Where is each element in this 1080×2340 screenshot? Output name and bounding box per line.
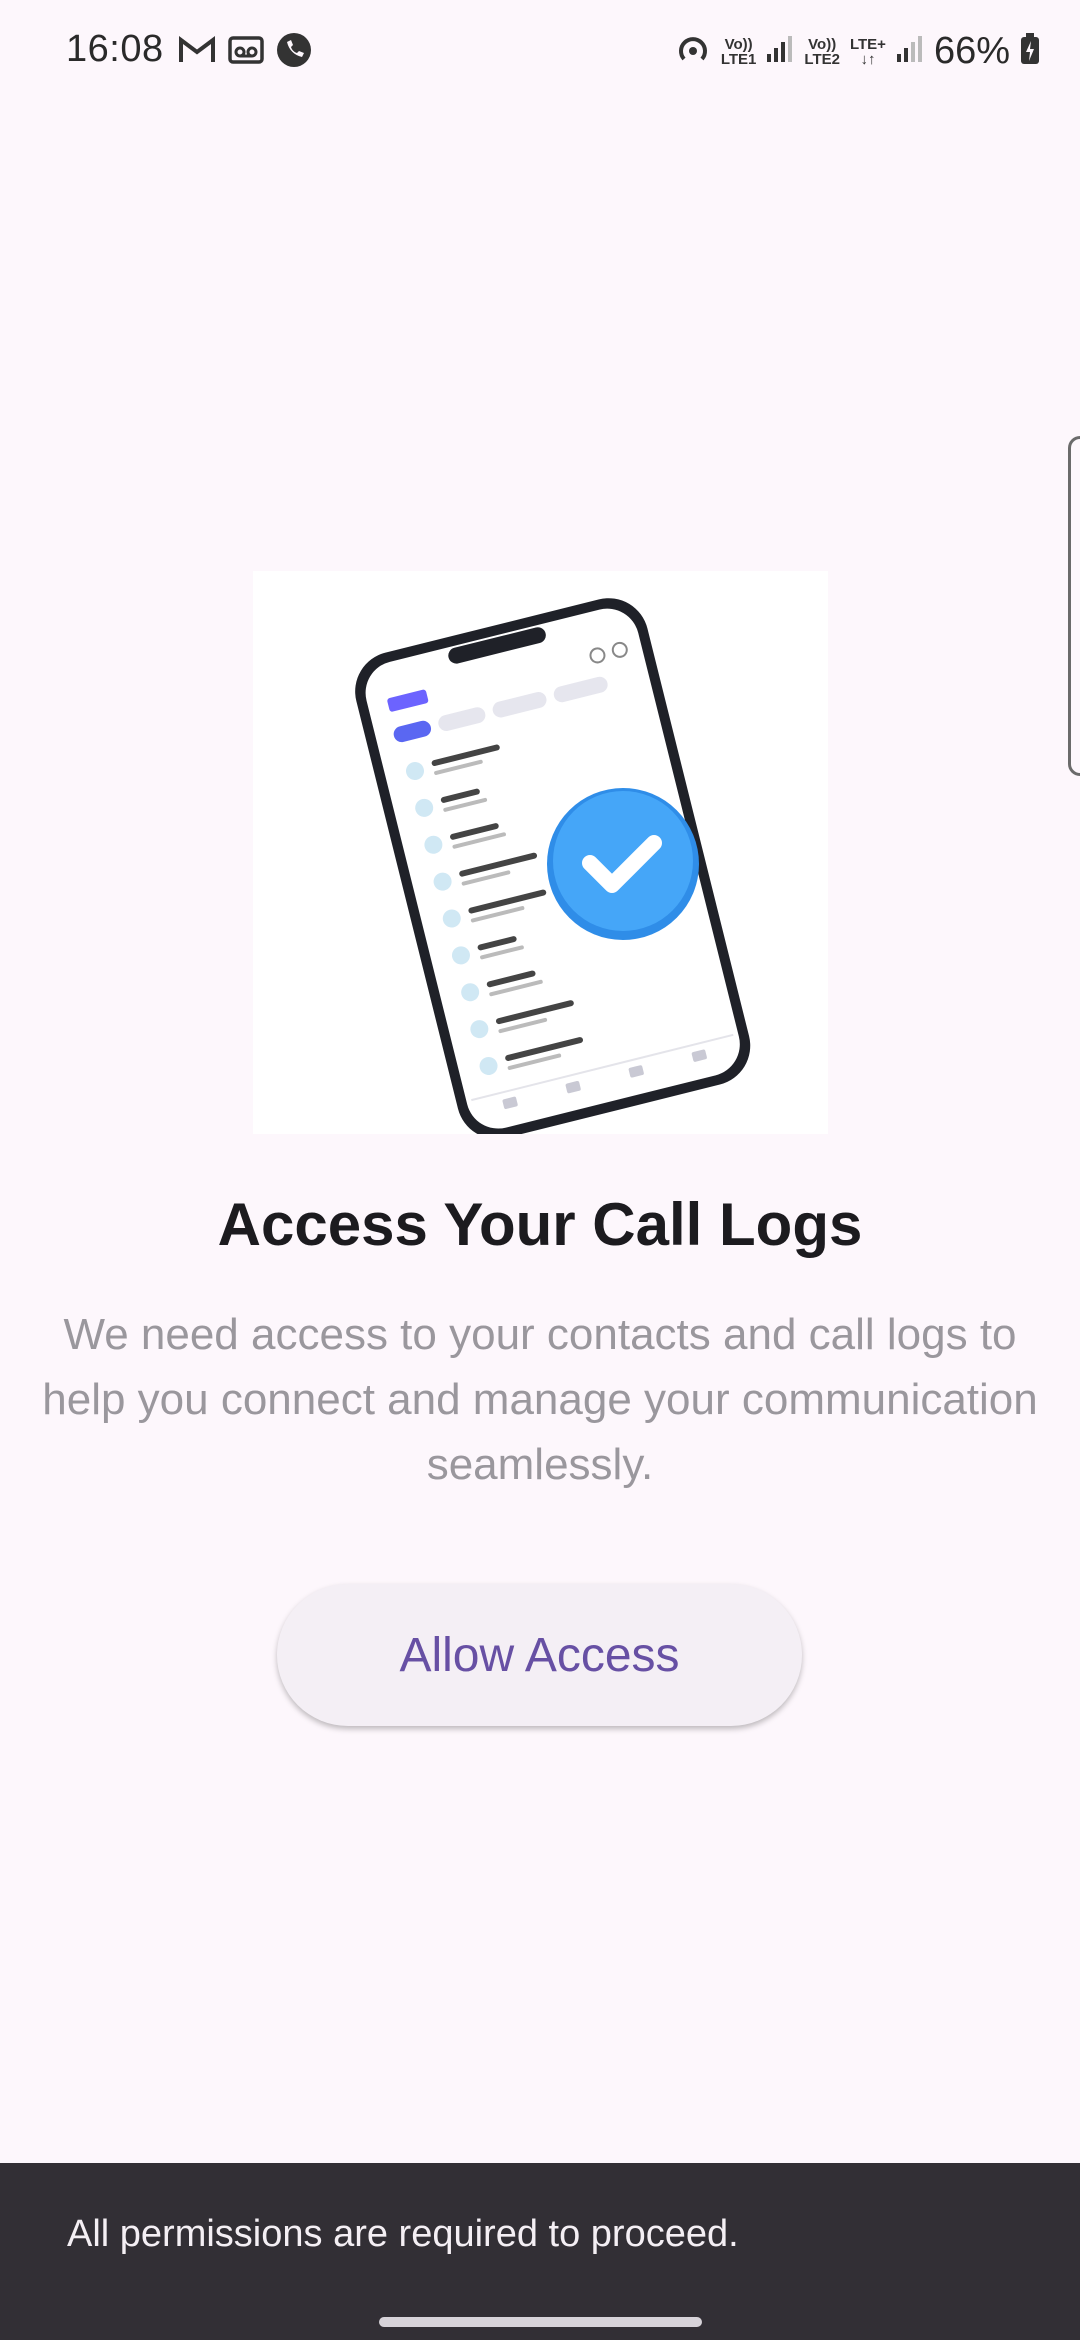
- edge-panel-handle[interactable]: [1068, 436, 1080, 776]
- permission-description: We need access to your contacts and call…: [42, 1310, 1038, 1489]
- snackbar: All permissions are required to proceed.: [0, 2163, 1080, 2303]
- sim2-volte-label: Vo)) LTE2: [804, 37, 840, 67]
- status-time: 16:08: [66, 28, 164, 70]
- notification-icons: [178, 32, 312, 73]
- page-title: Access Your Call Logs: [217, 1191, 863, 1258]
- status-bar: 16:08 Vo)) LTE1 Vo)) LTE2 LTE+ ↓↑ 66%: [0, 0, 1080, 104]
- hotspot-icon: [675, 31, 711, 72]
- signal-strength-icon-2: [896, 34, 924, 69]
- sim1-volte-label: Vo)) LTE1: [721, 37, 757, 67]
- call-logs-illustration: [253, 571, 828, 1134]
- signal-strength-icon: [766, 34, 794, 69]
- network-type-label: LTE+ ↓↑: [850, 37, 886, 67]
- sim1-label-top: Vo)): [724, 35, 753, 53]
- sim2-label-bottom: LTE2: [804, 50, 840, 68]
- allow-access-button[interactable]: Allow Access: [277, 1584, 802, 1726]
- sim1-label-bottom: LTE1: [720, 50, 757, 68]
- sim2-label-top: Vo)): [808, 35, 837, 53]
- voicemail-icon: [228, 35, 264, 70]
- network-type-text: LTE+: [849, 35, 886, 53]
- battery-percentage: 66%: [933, 30, 1010, 72]
- home-gesture-handle[interactable]: [379, 2317, 702, 2327]
- phone-call-icon: [276, 32, 312, 73]
- data-arrows-icon: ↓↑: [860, 50, 876, 68]
- gmail-icon: [178, 35, 216, 70]
- snackbar-message: All permissions are required to proceed.: [67, 2213, 739, 2255]
- system-icons: Vo)) LTE1 Vo)) LTE2 LTE+ ↓↑ 66%: [675, 30, 1040, 73]
- battery-charging-icon: [1020, 33, 1040, 70]
